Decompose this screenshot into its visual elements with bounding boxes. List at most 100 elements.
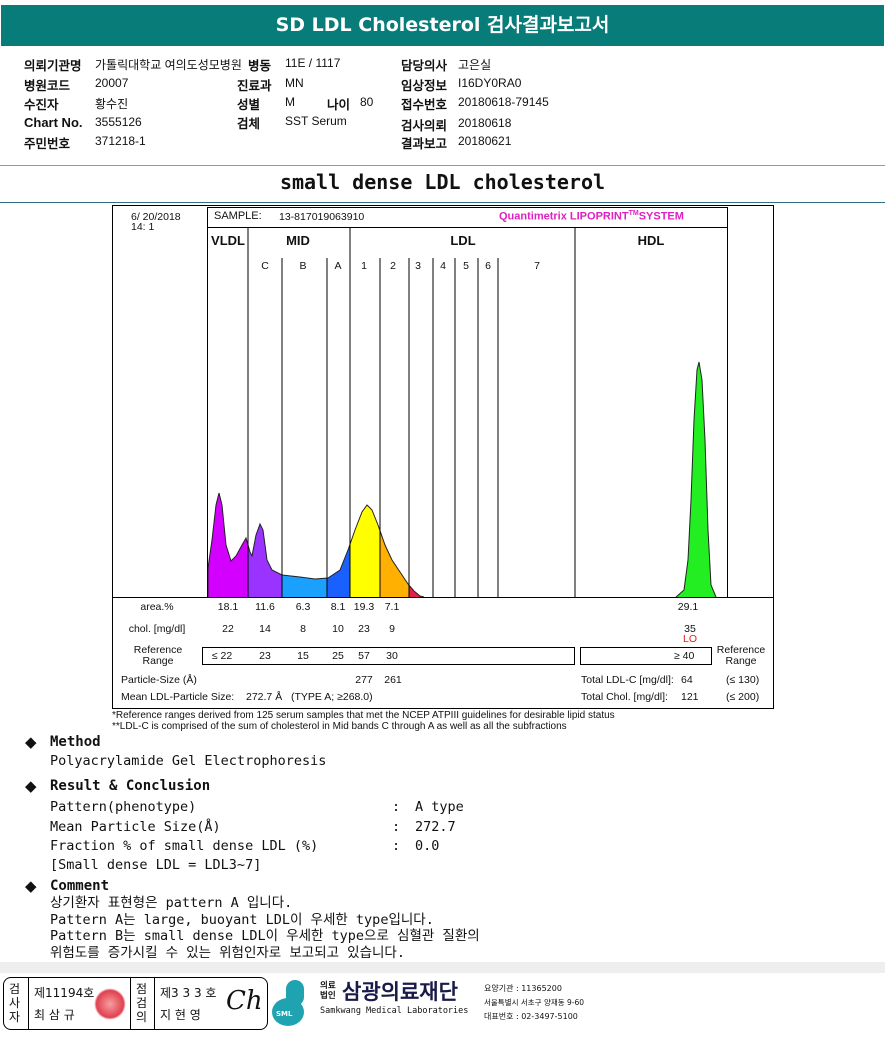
ref-value: 15 — [297, 650, 309, 662]
band-label-c: C — [261, 260, 269, 272]
result-note: [Small dense LDL = LDL3~7] — [50, 857, 262, 873]
hdl-peak — [676, 362, 716, 597]
result-title: Result & Conclusion — [50, 778, 211, 794]
group-vldl: VLDL — [211, 233, 245, 248]
comment-line: 상기환자 표현형은 pattern A 입니다. — [50, 895, 293, 911]
diamond-bullet-icon: ◆ — [25, 877, 37, 895]
signature-box: 검사자 제11194호 최 삼 규 점검의 제3 3 3 호 지 현 영 Ch — [3, 977, 268, 1030]
result-label: Mean Particle Size(Å) — [50, 818, 221, 835]
chol-value: 22 — [222, 623, 234, 635]
chol-value: 9 — [389, 623, 395, 635]
result-label: Fraction % of small dense LDL (%) — [50, 838, 319, 854]
total-ldl-label: Total LDL-C [mg/dl]: — [581, 674, 674, 686]
colon-separator: : — [392, 799, 401, 815]
checker-label: 점검의 — [136, 982, 148, 1024]
sml-logo-icon: SML — [272, 980, 318, 1028]
band-label-1: 1 — [361, 260, 367, 272]
chol-value: 14 — [259, 623, 271, 635]
method-text: Polyacrylamide Gel Electrophoresis — [50, 753, 327, 769]
ref-value: ≤ 22 — [211, 650, 233, 662]
band-label-a: A — [334, 260, 342, 272]
band-fill-mid-b — [282, 493, 327, 597]
particle-size-label: Particle-Size (Å) — [121, 674, 197, 686]
area-value: 18.1 — [217, 601, 239, 613]
ref-value: 23 — [259, 650, 271, 662]
area-value: 6.3 — [295, 601, 311, 613]
band-label-3: 3 — [415, 260, 421, 272]
checker-license: 제3 3 3 호 — [160, 986, 217, 1000]
org-name-en: Samkwang Medical Laboratories — [320, 1006, 469, 1016]
mean-size-value: 272.7 Å — [246, 691, 283, 703]
group-ldl: LDL — [450, 233, 476, 248]
brand-suffix: SYSTEM — [638, 210, 684, 223]
brand-tm: TM — [628, 210, 639, 217]
hdl-area: 29.1 — [677, 601, 699, 613]
result-label: Pattern(phenotype) — [50, 799, 197, 815]
hdl-ref: ≥ 40 — [674, 650, 695, 662]
area-label: area.% — [140, 601, 174, 613]
hdl-lo-flag: LO — [682, 633, 698, 645]
result-value: 272.7 — [415, 818, 456, 835]
seal-icon — [94, 988, 126, 1020]
org-prefix: 의료법인 — [320, 981, 336, 1001]
group-mid: MID — [286, 233, 310, 248]
band-fill-ldl3 — [409, 493, 424, 597]
ref-value: 57 — [358, 650, 370, 662]
comment-line: Pattern A는 large, buoyant LDL이 우세한 type입… — [50, 911, 434, 928]
institution-code: 요양기관 : 11365200 — [484, 984, 562, 993]
footnote-2: **LDL-C is comprised of the sum of chole… — [112, 721, 567, 732]
area-value: 19.3 — [353, 601, 375, 613]
total-chol-label: Total Chol. [mg/dl]: — [581, 691, 668, 703]
band-fill-ldl2 — [380, 493, 409, 597]
chol-value: 8 — [300, 623, 306, 635]
phone: 대표번호 : 02-3497-5100 — [484, 1012, 578, 1021]
tester-license: 제11194호 — [34, 986, 95, 1000]
band-fill-mid-c — [248, 493, 282, 597]
colon-separator: : — [392, 818, 401, 835]
lipoprint-graph — [112, 207, 774, 665]
area-value: 8.1 — [330, 601, 346, 613]
sample-label: SAMPLE: — [214, 210, 262, 222]
method-title: Method — [50, 734, 101, 750]
mean-size-label: Mean LDL-Particle Size: — [121, 691, 235, 703]
band-fill-mid-a — [327, 493, 350, 597]
comment-line: Pattern B는 small dense LDL이 우세한 type으로 심… — [50, 928, 480, 944]
logo-mark: SML — [276, 1010, 293, 1018]
particle-size-1: 277 — [355, 674, 373, 686]
result-value: 0.0 — [415, 838, 440, 854]
total-chol-value: 121 — [681, 691, 699, 703]
org-name: 삼광의료재단 — [342, 980, 458, 1004]
brand-name: Quantimetrix LIPOPRINT — [499, 210, 629, 223]
mean-size-type: (TYPE A; ≥268.0) — [291, 691, 373, 703]
comment-line: 위험도를 증가시킬 수 있는 위험인자로 보고되고 있습니다. — [50, 944, 405, 961]
total-ldl-ref: (≤ 130) — [726, 674, 760, 686]
band-label-7: 7 — [534, 260, 540, 272]
band-label-b: B — [299, 260, 307, 272]
ref-value: 30 — [386, 650, 398, 662]
particle-size-2: 261 — [384, 674, 402, 686]
address: 서울특별시 서초구 양재동 9-60 — [484, 998, 585, 1007]
signature-icon: Ch — [226, 986, 263, 1016]
band-fill-vldl — [208, 493, 248, 597]
divider-band — [0, 962, 885, 973]
ref-label: Reference Range — [133, 644, 183, 667]
sample-id: 13-817019063910 — [279, 211, 365, 223]
area-value: 7.1 — [384, 601, 400, 613]
tester-name: 최 삼 규 — [34, 1008, 75, 1022]
band-label-2: 2 — [390, 260, 396, 272]
diamond-bullet-icon: ◆ — [25, 733, 37, 751]
chol-label: chol. [mg/dl] — [128, 623, 186, 635]
ref-label-right: Reference Range — [716, 644, 766, 667]
ref-value: 25 — [332, 650, 344, 662]
chol-value: 23 — [358, 623, 370, 635]
result-value: A type — [415, 799, 464, 815]
chol-value: 10 — [332, 623, 344, 635]
colon-separator: : — [392, 838, 401, 854]
comment-title: Comment — [50, 878, 110, 894]
footnote-1: *Reference ranges derived from 125 serum… — [112, 710, 615, 721]
band-label-6: 6 — [485, 260, 491, 272]
band-label-4: 4 — [440, 260, 446, 272]
area-value: 11.6 — [255, 601, 275, 613]
brand-logo: Quantimetrix LIPOPRINTTMSYSTEM — [499, 210, 684, 223]
checker-name: 지 현 영 — [160, 1008, 201, 1022]
